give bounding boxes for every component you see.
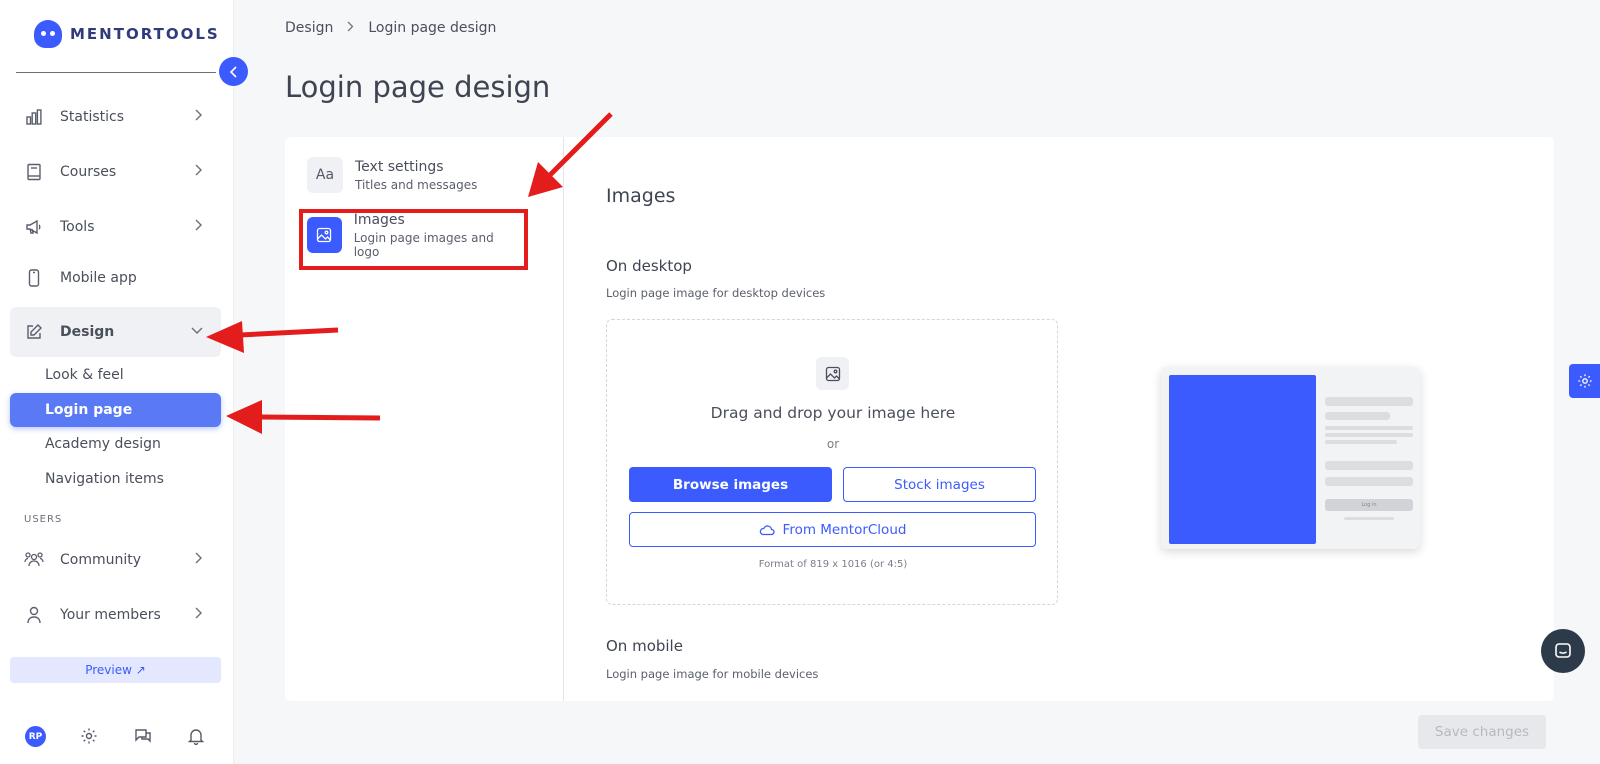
megaphone-icon: [24, 217, 44, 237]
sidebar-item-label: Community: [60, 552, 142, 568]
login-page-preview: Log in: [1161, 367, 1420, 549]
menu-item-title: Text settings: [355, 158, 444, 175]
browse-images-button[interactable]: Browse images: [629, 467, 832, 502]
preview-image-area: [1169, 375, 1316, 544]
sidebar-item-label: Design: [60, 324, 115, 340]
preview-login-button: Log in: [1325, 499, 1413, 511]
mentorcloud-label: From MentorCloud: [782, 521, 907, 538]
breadcrumb: Design Login page design: [285, 20, 496, 36]
chevron-left-icon: [229, 65, 237, 78]
sidebar-bottom-bar: RP: [0, 718, 234, 764]
desktop-title: On desktop: [606, 257, 692, 275]
chevron-right-icon: [195, 109, 203, 124]
chevron-right-icon: [195, 219, 203, 234]
logo[interactable]: MENTORTOOLS: [34, 20, 220, 48]
chevron-right-icon: [195, 607, 203, 622]
preview-button[interactable]: Preview ↗: [10, 657, 221, 683]
avatar[interactable]: RP: [25, 726, 46, 747]
person-icon: [24, 605, 44, 625]
images-section-title: Images: [606, 185, 676, 207]
chat-launcher-button[interactable]: [1541, 629, 1585, 673]
mentorcloud-button[interactable]: From MentorCloud: [629, 512, 1036, 547]
format-hint: Format of 819 x 1016 (or 4:5): [758, 559, 908, 570]
preview-field: [1325, 477, 1413, 486]
sidebar-item-mobile-app[interactable]: Mobile app: [10, 253, 221, 303]
chevron-right-icon: [347, 20, 354, 36]
stock-images-button[interactable]: Stock images: [843, 467, 1036, 502]
sidebar-item-label: Courses: [60, 164, 117, 180]
dropzone-title: Drag and drop your image here: [710, 404, 956, 422]
chevron-right-icon: [195, 552, 203, 567]
mobile-description: Login page image for mobile devices: [606, 667, 819, 681]
sidebar-subitem-login-page[interactable]: Login page: [10, 393, 221, 427]
people-icon: [24, 550, 44, 570]
preview-line: [1325, 412, 1390, 420]
users-section-title: USERS: [24, 514, 63, 525]
chevron-down-icon: [191, 324, 203, 338]
bar-chart-icon: [24, 107, 44, 127]
settings-card: Aa Text settings Titles and messages Ima…: [285, 137, 1554, 701]
collapse-sidebar-button[interactable]: [219, 57, 248, 86]
sidebar-item-design[interactable]: Design: [10, 307, 221, 357]
sidebar-item-community[interactable]: Community: [10, 535, 221, 585]
image-icon: [816, 357, 849, 390]
sidebar: MENTORTOOLS Statistics Courses Tools Mob…: [0, 0, 234, 764]
page-title: Login page design: [285, 70, 551, 104]
sidebar-divider: [16, 72, 216, 73]
breadcrumb-current: Login page design: [368, 20, 497, 36]
bell-icon[interactable]: [185, 725, 207, 747]
desktop-image-dropzone[interactable]: Drag and drop your image here or Browse …: [606, 319, 1058, 605]
sidebar-item-label: Statistics: [60, 109, 124, 125]
sidebar-item-statistics[interactable]: Statistics: [10, 92, 221, 142]
sidebar-item-label: Your members: [60, 607, 161, 623]
menu-item-text-settings[interactable]: Aa Text settings Titles and messages: [307, 155, 517, 195]
gear-icon: [1577, 374, 1592, 388]
sidebar-item-label: Mobile app: [60, 270, 137, 286]
book-icon: [24, 162, 44, 182]
sidebar-item-label: Tools: [60, 219, 95, 235]
gear-icon[interactable]: [78, 725, 100, 747]
card-divider: [563, 137, 564, 701]
sidebar-subitem-academy-design[interactable]: Academy design: [10, 427, 221, 461]
sidebar-item-your-members[interactable]: Your members: [10, 590, 221, 640]
save-changes-button[interactable]: Save changes: [1418, 715, 1546, 749]
sidebar-item-courses[interactable]: Courses: [10, 147, 221, 197]
chevron-right-icon: [195, 164, 203, 179]
preview-line: [1344, 517, 1394, 520]
messages-icon[interactable]: [132, 725, 154, 747]
preview-line: [1325, 397, 1413, 406]
logo-icon: [34, 20, 62, 48]
breadcrumb-parent[interactable]: Design: [285, 20, 333, 36]
sidebar-subitem-navigation-items[interactable]: Navigation items: [10, 462, 221, 496]
menu-item-subtitle: Titles and messages: [355, 177, 478, 192]
sidebar-subitem-look-feel[interactable]: Look & feel: [10, 358, 221, 392]
logo-text: MENTORTOOLS: [70, 25, 220, 43]
preview-field: [1325, 461, 1413, 470]
chat-icon: [1555, 643, 1571, 658]
desktop-description: Login page image for desktop devices: [606, 286, 826, 300]
sidebar-item-tools[interactable]: Tools: [10, 202, 221, 252]
preview-line: [1325, 426, 1413, 430]
dropzone-or: or: [826, 437, 840, 451]
annotation-highlight-box: [299, 209, 528, 270]
phone-icon: [24, 268, 44, 288]
preview-line: [1325, 433, 1413, 437]
settings-side-tab[interactable]: [1569, 364, 1600, 398]
text-icon: Aa: [307, 157, 343, 193]
mobile-title: On mobile: [606, 637, 683, 655]
preview-line: [1325, 440, 1397, 444]
pencil-icon: [24, 322, 44, 342]
cloud-icon: [759, 524, 775, 535]
